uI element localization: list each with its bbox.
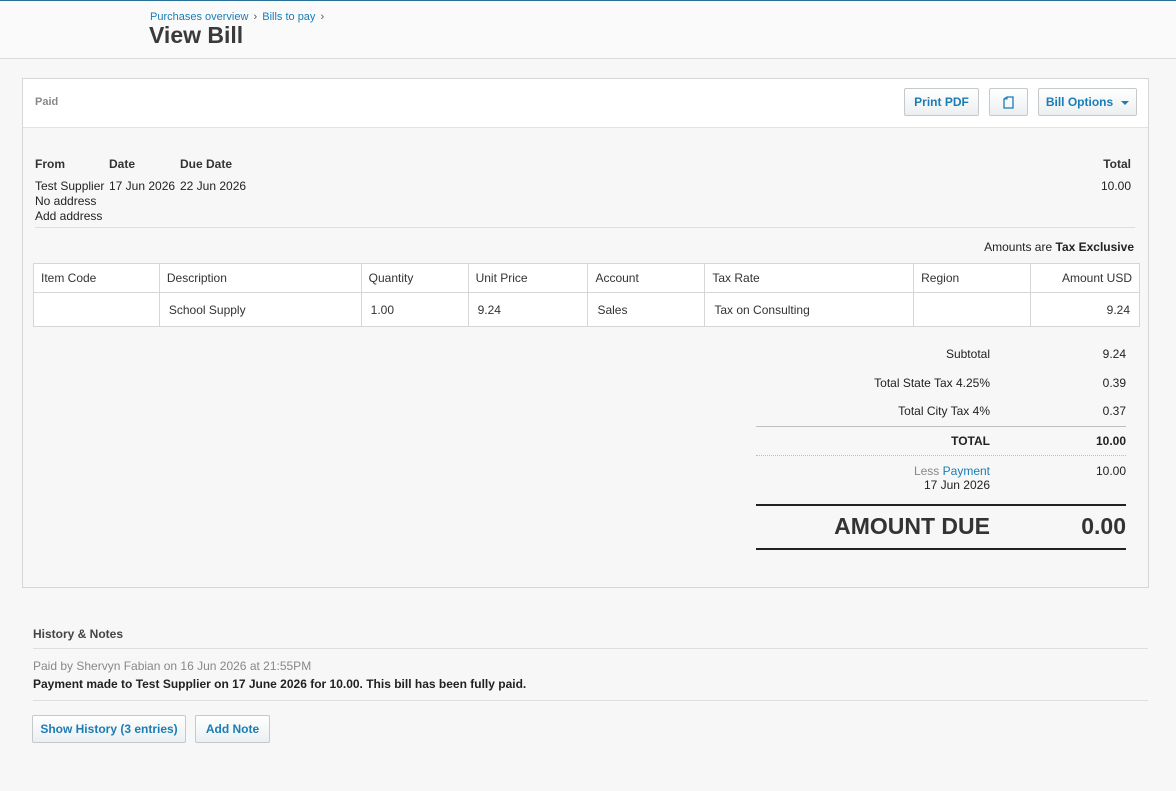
total-row-value: 10.00: [1095, 434, 1126, 448]
bill-total: 10.00: [1100, 179, 1131, 193]
cell-item-code: [33, 292, 160, 327]
city-tax-value: 0.37: [1102, 404, 1126, 418]
bill-options-label: Bill Options: [1045, 95, 1114, 109]
page-header: Purchases overview › Bills to pay › View…: [0, 1, 1176, 59]
table-header-row: Item Code Description Quantity Unit Pric…: [33, 263, 1140, 293]
table-row: School Supply 1.00 9.24 Sales Tax on Con…: [33, 292, 1140, 327]
payment-link[interactable]: Payment: [943, 464, 990, 478]
bill-card-header: Paid Print PDF Bill Options: [23, 79, 1148, 128]
due-date-label: Due Date: [180, 157, 233, 171]
payment-date: 17 Jun 2026: [923, 478, 990, 492]
bill-date: 17 Jun 2026: [109, 179, 176, 193]
from-label: From: [35, 157, 65, 171]
subtotal-value: 9.24: [1102, 347, 1126, 361]
less-payment: Less Payment: [914, 464, 990, 478]
bill-card: Paid Print PDF Bill Options From Date Du…: [22, 78, 1149, 588]
cell-description: School Supply: [158, 292, 362, 327]
cell-account: Sales: [587, 292, 706, 327]
history-entry-meta: Paid by Shervyn Fabian on 16 Jun 2026 at…: [33, 659, 312, 673]
col-description: Description: [158, 263, 362, 293]
payments-divider: [756, 455, 1126, 456]
print-pdf-button[interactable]: Print PDF: [904, 88, 979, 116]
less-label: Less: [913, 464, 940, 478]
line-items-table: Item Code Description Quantity Unit Pric…: [33, 263, 1140, 327]
status-badge: Paid: [35, 96, 59, 108]
cell-quantity: 1.00: [360, 292, 469, 327]
col-region: Region: [913, 263, 1032, 293]
history-divider: [33, 648, 1148, 649]
col-quantity: Quantity: [360, 263, 469, 293]
amounts-prefix: Amounts are: [984, 240, 1053, 254]
breadcrumb-bills-to-pay[interactable]: Bills to pay: [262, 11, 315, 23]
amount-due-value: 0.00: [1081, 513, 1126, 539]
col-item-code: Item Code: [33, 263, 160, 293]
document-icon: [1003, 95, 1014, 109]
state-tax-value: 0.39: [1102, 376, 1126, 390]
amount-due-top-line: [756, 504, 1126, 506]
breadcrumb-separator: ›: [253, 11, 258, 23]
bill-options-button[interactable]: Bill Options: [1038, 88, 1137, 116]
col-unit-price: Unit Price: [467, 263, 589, 293]
date-label: Date: [109, 157, 136, 171]
history-divider-bottom: [33, 700, 1148, 701]
total-label: Total: [1103, 157, 1131, 171]
caret-down-icon: [1121, 101, 1130, 105]
page-title: View Bill: [149, 22, 244, 48]
col-account: Account: [587, 263, 706, 293]
history-entry-text: Payment made to Test Supplier on 17 June…: [33, 677, 527, 691]
show-history-button[interactable]: Show History (3 entries): [32, 715, 186, 743]
cell-amount: 9.24: [1030, 292, 1140, 327]
add-address-link[interactable]: Add address: [35, 209, 102, 223]
supplier-link[interactable]: Test Supplier: [35, 179, 104, 193]
state-tax-label: Total State Tax 4.25%: [874, 376, 990, 390]
col-tax-rate: Tax Rate: [704, 263, 915, 293]
add-note-button[interactable]: Add Note: [195, 715, 270, 743]
total-row-label: TOTAL: [951, 434, 990, 448]
divider: [35, 227, 1135, 228]
cell-region: [913, 292, 1032, 327]
cell-unit-price: 9.24: [467, 292, 589, 327]
bill-due-date: 22 Jun 2026: [180, 179, 247, 193]
amount-due-label: AMOUNT DUE: [834, 513, 990, 539]
payment-value[interactable]: 10.00: [1096, 464, 1126, 478]
cell-tax-rate: Tax on Consulting: [704, 292, 915, 327]
history-title: History & Notes: [33, 627, 124, 641]
breadcrumb-separator: ›: [320, 11, 325, 23]
copy-button[interactable]: [989, 88, 1028, 116]
subtotal-label: Subtotal: [945, 347, 990, 361]
city-tax-label: Total City Tax 4%: [898, 404, 990, 418]
totals-divider: [756, 426, 1126, 427]
amount-due-bottom-line: [756, 548, 1126, 550]
amounts-mode-value: Tax Exclusive: [1055, 240, 1135, 254]
supplier-address: No address: [35, 194, 97, 208]
col-amount: Amount USD: [1030, 263, 1140, 293]
amounts-mode: Amounts are Tax Exclusive: [984, 240, 1134, 254]
